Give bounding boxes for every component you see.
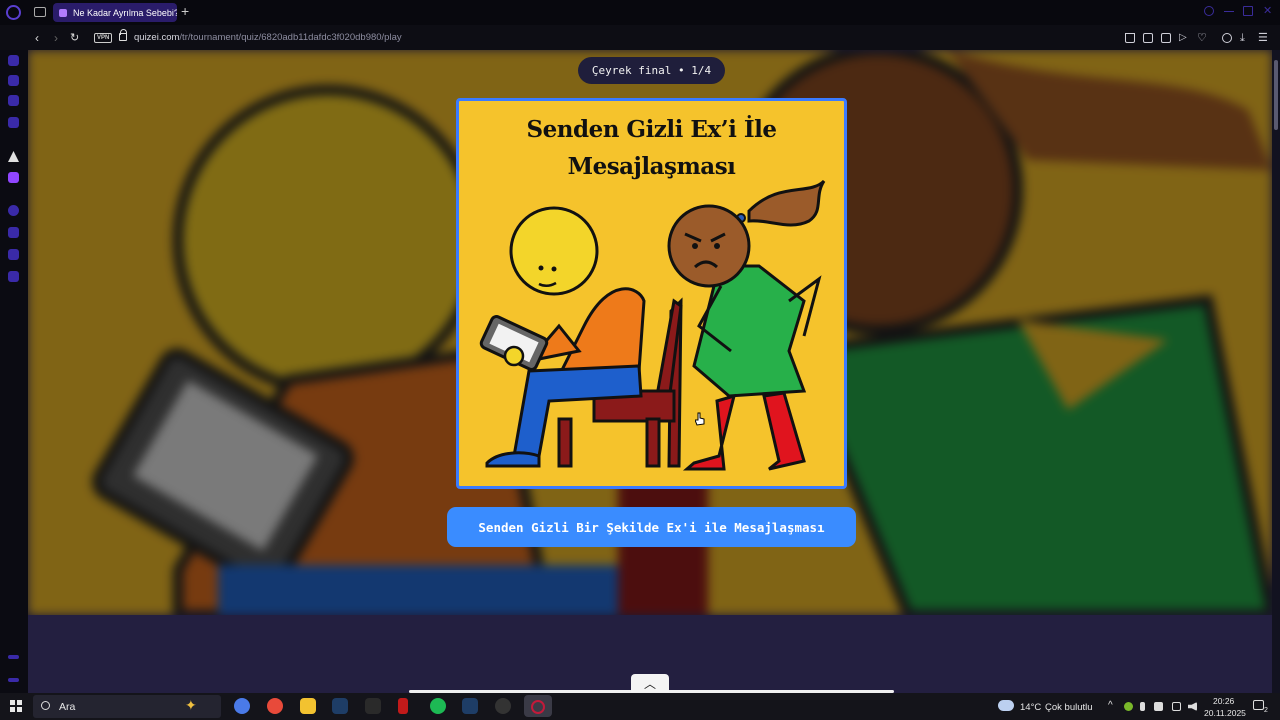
card-title-line-2: Mesajlaşması <box>567 153 736 180</box>
card-title-line-1: Senden Gizli Ex’i İle <box>526 116 777 143</box>
sidebar-twitch-icon[interactable] <box>8 172 19 183</box>
url-field[interactable]: quizei.com/tr/tournament/quiz/6820adb11d… <box>134 32 402 43</box>
browser-sidebar <box>0 50 28 693</box>
sidebar-settings-icon[interactable] <box>8 678 19 682</box>
sidebar-app-icon[interactable] <box>8 205 19 216</box>
lock-icon[interactable] <box>119 29 127 41</box>
scroll-thumb[interactable] <box>1274 60 1278 130</box>
notification-icon[interactable] <box>1253 700 1264 710</box>
tab-favicon-icon <box>59 8 67 17</box>
forward-icon[interactable]: › <box>54 31 58 45</box>
sparkle-icon[interactable]: ✦ <box>185 697 197 713</box>
quiz-option-card[interactable]: Senden Gizli Ex’i İle Mesajlaşması <box>456 98 847 489</box>
sidebar-app-icon[interactable] <box>8 227 19 238</box>
expand-drawer-button[interactable]: ︿ <box>631 674 669 692</box>
search-icon <box>41 701 50 710</box>
spotify-app-icon[interactable] <box>430 698 446 714</box>
tray-app-icon[interactable] <box>1124 702 1133 711</box>
ime-icon[interactable] <box>1154 702 1163 711</box>
page-scrollbar[interactable] <box>1272 50 1280 693</box>
play-icon[interactable]: ▷ <box>1179 33 1189 43</box>
weather-temp[interactable]: 14°C <box>1020 702 1041 713</box>
shield-icon[interactable] <box>1161 33 1171 43</box>
sidebar-app-icon[interactable] <box>8 249 19 260</box>
url-path: /tr/tournament/quiz/6820adb11dafdc3f020d… <box>179 32 402 43</box>
microphone-icon[interactable] <box>1140 702 1145 711</box>
download-icon[interactable]: ⤓ <box>1240 33 1250 44</box>
choose-option-button[interactable]: Senden Gizli Bir Şekilde Ex'i ile Mesajl… <box>447 507 856 547</box>
round-indicator: Çeyrek final • 1/4 <box>578 57 725 84</box>
minimize-icon[interactable] <box>1224 6 1234 12</box>
sidebar-app-icon[interactable] <box>8 95 19 106</box>
reload-icon[interactable]: ↻ <box>70 31 79 45</box>
sidebar-ai-icon[interactable] <box>8 151 19 162</box>
chevron-up-icon: ︿ <box>643 676 656 691</box>
taskbar-search-placeholder: Ara <box>59 701 76 713</box>
obs-app-icon[interactable] <box>495 698 511 714</box>
opera-app-icon[interactable] <box>398 698 408 714</box>
bookmark-pin-icon[interactable] <box>1125 33 1135 43</box>
back-icon[interactable]: ‹ <box>35 31 39 45</box>
new-tab-button[interactable]: + <box>181 4 189 18</box>
windows-start-icon[interactable] <box>10 700 22 712</box>
sidebar-app-icon[interactable] <box>8 75 19 86</box>
clock-time[interactable]: 20:26 <box>1213 696 1234 706</box>
copilot-app-icon[interactable] <box>234 698 250 714</box>
sidebar-app-icon[interactable] <box>8 55 19 66</box>
close-window-icon[interactable]: ✕ <box>1263 6 1273 17</box>
search-tabs-icon[interactable] <box>1204 6 1214 16</box>
browser-tab-active[interactable]: Ne Kadar Ayrılma Sebebi? <box>53 3 177 22</box>
tab-title: Ne Kadar Ayrılma Sebebi? <box>73 7 177 18</box>
sidebar-app-icon[interactable] <box>8 271 19 282</box>
sidebar-more-icon[interactable] <box>8 655 19 659</box>
profile-icon[interactable] <box>1222 33 1232 43</box>
snapshot-icon[interactable] <box>1143 33 1153 43</box>
opera-gx-logo-icon <box>531 700 545 714</box>
tray-expand-icon[interactable]: ^ <box>1108 700 1113 711</box>
menu-icon[interactable]: ☰ <box>1258 33 1268 44</box>
weather-cloud-icon[interactable] <box>998 700 1014 711</box>
maximize-icon[interactable] <box>1243 6 1253 16</box>
browser-tab-bar: Ne Kadar Ayrılma Sebebi? + ✕ <box>0 0 1280 25</box>
clock-date[interactable]: 20.11.2025 <box>1204 708 1246 718</box>
quiz-card-title: Senden Gizli Ex’i İle Mesajlaşması <box>459 111 844 185</box>
steam-app-icon[interactable] <box>332 698 348 714</box>
sidebar-app-icon[interactable] <box>8 117 19 128</box>
tab-manager-icon[interactable] <box>34 7 46 17</box>
url-host: quizei.com <box>134 32 180 43</box>
weather-description[interactable]: Çok bulutlu <box>1045 702 1093 713</box>
epic-games-icon[interactable] <box>365 698 381 714</box>
network-icon[interactable] <box>1172 702 1181 711</box>
heart-icon[interactable]: ♡ <box>1197 33 1207 44</box>
file-explorer-icon[interactable] <box>300 698 316 714</box>
hand-cursor-icon <box>695 412 705 426</box>
browser-logo-icon[interactable] <box>6 5 21 20</box>
chrome-app-icon[interactable] <box>267 698 283 714</box>
vpn-badge[interactable]: VPN <box>94 33 113 43</box>
steam-app-icon-2[interactable] <box>462 698 478 714</box>
notification-count: 2 <box>1264 707 1268 714</box>
